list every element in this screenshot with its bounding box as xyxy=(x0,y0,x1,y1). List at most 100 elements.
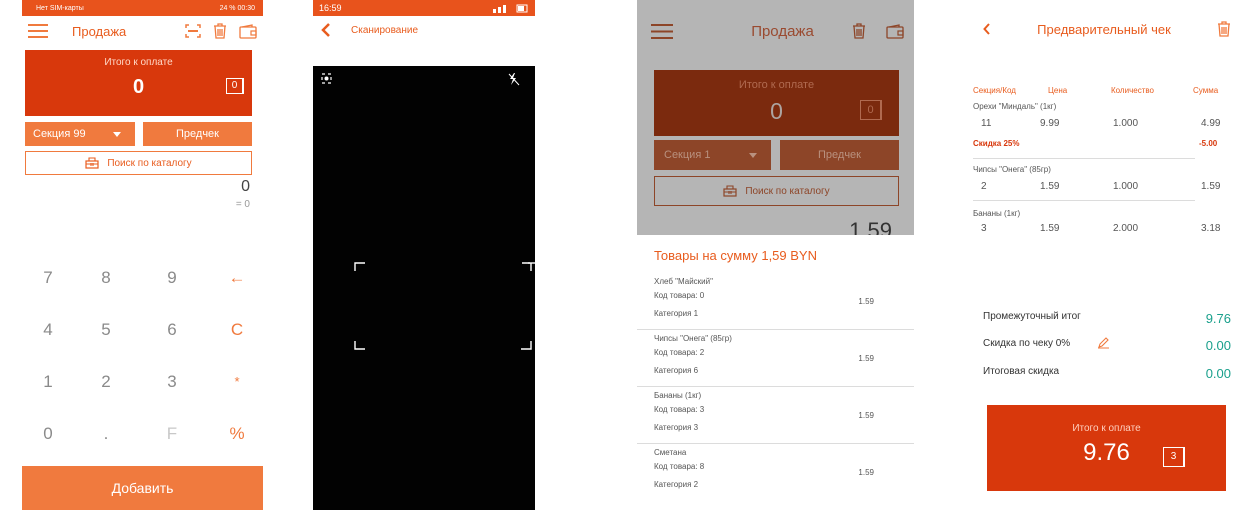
item-price: 1.59 xyxy=(858,468,874,477)
col-price: Цена xyxy=(1048,86,1068,95)
chevron-down-icon xyxy=(113,132,121,137)
add-button[interactable]: Добавить xyxy=(22,466,263,510)
col-qty: Количество xyxy=(1111,86,1154,95)
back-arrow-icon[interactable] xyxy=(321,23,331,37)
check-discount-value: 0.00 xyxy=(1205,338,1231,353)
precheck-button[interactable]: Предчек xyxy=(143,122,252,146)
key-1[interactable]: 1 xyxy=(28,372,68,392)
item-code: 2 xyxy=(981,181,987,192)
catalog-search-button[interactable]: Поиск по каталогу xyxy=(25,151,252,175)
item-price: 1.59 xyxy=(1040,223,1060,234)
back-arrow-icon[interactable] xyxy=(983,23,991,35)
signal-icons xyxy=(493,4,529,13)
scanner-header: Сканирование xyxy=(313,16,535,44)
item-code: 3 xyxy=(981,223,987,234)
dimmed-background: Продажа Итого к оплате 0 0 Секция 1 Пред… xyxy=(637,0,914,243)
section-select-label: Секция 99 xyxy=(33,128,86,140)
section-select[interactable]: Секция 1 xyxy=(654,140,771,170)
list-item[interactable]: Чипсы "Онега" (85гр) Код товара: 2 Катег… xyxy=(637,330,914,387)
item-discount-label: Скидка 25% xyxy=(973,139,1020,148)
sheet-title: Товары на сумму 1,59 BYN xyxy=(654,248,817,263)
table-row[interactable]: Чипсы "Онега" (85гр) 2 1.59 1.000 1.59 xyxy=(973,159,1220,201)
menu-icon[interactable] xyxy=(28,24,48,38)
item-qty: 2.000 xyxy=(1113,223,1139,234)
catalog-search-label: Поиск по каталогу xyxy=(745,185,830,197)
key-2[interactable]: 2 xyxy=(86,372,126,392)
col-section-code: Секция/Код xyxy=(973,86,1016,95)
edit-pencil-icon[interactable] xyxy=(1097,336,1110,349)
key-8[interactable]: 8 xyxy=(86,268,126,288)
status-bar: 16:59 xyxy=(313,0,535,16)
item-price: 1.59 xyxy=(858,297,874,306)
section-select-label: Секция 1 xyxy=(664,149,711,161)
key-6[interactable]: 6 xyxy=(152,320,192,340)
item-qty: 1.000 xyxy=(1113,181,1139,192)
focus-icon[interactable] xyxy=(321,73,332,84)
items-count-badge: 3 xyxy=(1163,447,1185,467)
page-title: Продажа xyxy=(72,23,127,39)
input-display: 0 = 0 xyxy=(22,178,263,210)
trash-icon[interactable] xyxy=(213,23,227,39)
list-item[interactable]: Хлеб "Майский" Код товара: 0 Категория 1… xyxy=(637,273,914,330)
key-9[interactable]: 9 xyxy=(152,268,192,288)
input-value: 0 xyxy=(241,178,250,195)
pay-button[interactable]: Итого к оплате 9.76 3 xyxy=(987,405,1226,491)
status-left: Нет SIM-карты xyxy=(36,4,84,12)
key-7[interactable]: 7 xyxy=(28,268,68,288)
catalog-search-label: Поиск по каталогу xyxy=(107,157,192,169)
table-row[interactable]: Бананы (1кг) 3 1.59 2.000 3.18 xyxy=(973,201,1220,245)
clear-key[interactable]: C xyxy=(217,320,257,340)
catalog-search-button[interactable]: Поиск по каталогу xyxy=(654,176,899,206)
item-price: 9.99 xyxy=(1040,118,1060,129)
app-header: Продажа xyxy=(22,16,263,46)
products-bottom-sheet: Товары на сумму 1,59 BYN Хлеб "Майский" … xyxy=(637,235,914,510)
barcode-scan-icon[interactable] xyxy=(185,24,201,38)
list-item[interactable]: Бананы (1кг) Код товара: 3 Категория 3 1… xyxy=(637,387,914,444)
precheck-button[interactable]: Предчек xyxy=(780,140,899,170)
trash-icon[interactable] xyxy=(852,23,866,39)
status-bar: Нет SIM-карты 24 % 00:30 xyxy=(22,0,263,16)
menu-icon[interactable] xyxy=(651,23,673,39)
list-item[interactable]: Сметана Код товара: 8 Категория 2 1.59 xyxy=(637,444,914,501)
items-count-badge[interactable]: 0 xyxy=(226,78,244,94)
total-due-panel: Итого к оплате 0 0 xyxy=(654,70,899,136)
item-category: Категория 3 xyxy=(654,423,699,432)
item-name: Бананы (1кг) xyxy=(973,209,1021,218)
total-due-label: Итого к оплате xyxy=(104,57,173,68)
item-name: Чипсы "Онега" (85гр) xyxy=(654,334,732,343)
decimal-key[interactable]: . xyxy=(86,424,126,444)
key-5[interactable]: 5 xyxy=(86,320,126,340)
item-sum: 3.18 xyxy=(1201,223,1221,234)
flash-off-icon[interactable] xyxy=(508,73,520,86)
key-3[interactable]: 3 xyxy=(152,372,192,392)
f-key[interactable]: F xyxy=(152,424,192,444)
input-result: = 0 xyxy=(235,199,250,210)
item-discount-value: -5.00 xyxy=(1199,139,1218,148)
total-discount-row: Итоговая скидка 0.00 xyxy=(983,366,1231,391)
key-4[interactable]: 4 xyxy=(28,320,68,340)
key-0[interactable]: 0 xyxy=(28,424,68,444)
subtotal-label: Промежуточный итог xyxy=(983,311,1081,322)
item-price: 1.59 xyxy=(858,354,874,363)
total-discount-value: 0.00 xyxy=(1205,366,1231,381)
wallet-icon[interactable] xyxy=(886,23,904,39)
item-price: 1.59 xyxy=(1040,181,1060,192)
status-time: 16:59 xyxy=(319,3,342,13)
multiply-key[interactable]: * xyxy=(217,374,257,389)
items-count-badge[interactable]: 0 xyxy=(860,100,882,120)
item-code: Код товара: 2 xyxy=(654,348,705,357)
percent-key[interactable]: % xyxy=(217,424,257,444)
page-title: Сканирование xyxy=(351,24,419,36)
backspace-key[interactable]: ← xyxy=(217,268,257,288)
table-row[interactable]: Орехи "Миндаль" (1кг) 11 9.99 1.000 4.99… xyxy=(973,102,1220,159)
sale-screen-bottom-sheet: Продажа Итого к оплате 0 0 Секция 1 Пред… xyxy=(637,0,914,510)
scan-frame xyxy=(354,262,535,350)
trash-icon[interactable] xyxy=(1217,21,1231,37)
item-name: Чипсы "Онега" (85гр) xyxy=(973,165,1051,174)
page-title: Продажа xyxy=(751,22,814,40)
col-sum: Сумма xyxy=(1193,86,1219,95)
wallet-icon[interactable] xyxy=(239,23,257,39)
sale-screen-numpad: Нет SIM-карты 24 % 00:30 Продажа Итого к… xyxy=(22,0,263,510)
section-select[interactable]: Секция 99 xyxy=(25,122,135,146)
item-name: Сметана xyxy=(654,448,687,457)
